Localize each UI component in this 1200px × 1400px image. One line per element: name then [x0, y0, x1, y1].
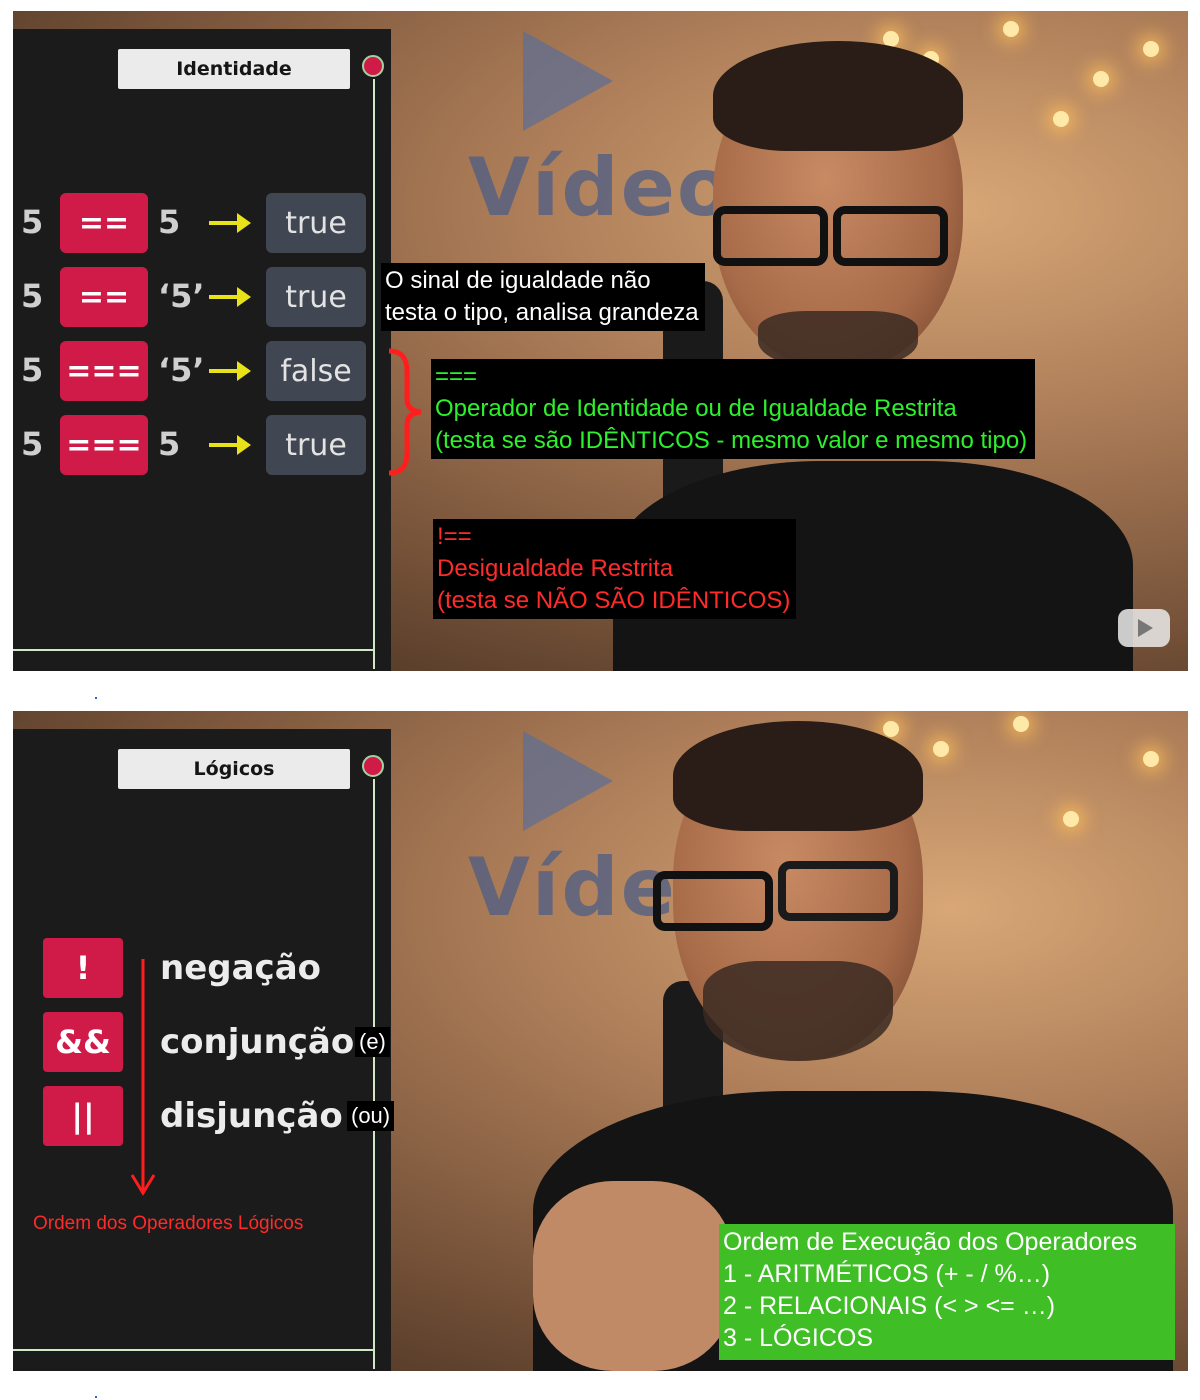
lhs-value: 5 [21, 425, 44, 463]
youtube-icon [1118, 609, 1170, 647]
indicator-dot [362, 755, 384, 777]
arrow-down-icon [130, 959, 156, 1196]
operator-badge: === [60, 341, 148, 401]
operator-note: (ou) [347, 1101, 395, 1131]
lhs-value: 5 [21, 277, 44, 315]
person-hand [533, 1181, 733, 1371]
person-glasses [653, 871, 773, 931]
caption-strict-equality: === Operador de Identidade ou de Igualda… [431, 359, 1036, 459]
operator-word: conjunção [160, 1022, 355, 1062]
execution-order-box: Ordem de Execução dos Operadores 1 - ARI… [719, 1224, 1175, 1360]
caption-equality-note: O sinal de igualdade não testa o tipo, a… [381, 263, 705, 331]
result-badge: true [266, 267, 366, 327]
comparison-row: 5 == 5 true [13, 193, 393, 255]
video-frame-identidade: Vídeo Identidade 5 == 5 true 5 == ‘5’ tr… [13, 11, 1188, 671]
video-frame-logicos: Vídeo Lógicos ! negação && conjunção (e)… [13, 711, 1188, 1371]
result-badge: true [266, 415, 366, 475]
logo-triangle [453, 721, 693, 841]
order-label: Ordem dos Operadores Lógicos [33, 1213, 304, 1234]
curly-brace-icon [388, 348, 422, 476]
caption-strict-inequality: !== Desigualdade Restrita (testa se NÃO … [433, 519, 797, 619]
comparison-row: 5 === ‘5’ false [13, 341, 393, 403]
execution-order-line: Ordem de Execução dos Operadores [723, 1228, 1138, 1256]
operator-badge: == [60, 193, 148, 253]
arrow-right-icon [209, 435, 251, 455]
lhs-value: 5 [21, 203, 44, 241]
execution-order-line: 3 - LÓGICOS [723, 1324, 874, 1352]
comparison-row: 5 == ‘5’ true [13, 267, 393, 329]
rhs-value: ‘5’ [158, 351, 205, 389]
arrow-right-icon [209, 287, 251, 307]
background-logo-text: Vídeo [468, 141, 734, 234]
panel-title: Identidade [118, 49, 350, 89]
indicator-dot [362, 55, 384, 77]
slide-panel: Identidade 5 == 5 true 5 == ‘5’ true 5 =… [13, 29, 391, 671]
operator-badge: == [60, 267, 148, 327]
person-glasses [713, 206, 828, 266]
logo-triangle [453, 21, 693, 141]
operator-note: (e) [355, 1027, 390, 1057]
rhs-value: 5 [158, 203, 181, 241]
comparison-row: 5 === 5 true [13, 415, 393, 477]
result-badge: false [266, 341, 366, 401]
execution-order-line: 1 - ARITMÉTICOS (+ - / %…) [723, 1260, 1051, 1288]
logical-operator-badge: && [43, 1012, 123, 1072]
logical-operator-badge: ! [43, 938, 123, 998]
execution-order-line: 2 - RELACIONAIS (< > <= …) [723, 1292, 1056, 1320]
arrow-right-icon [209, 361, 251, 381]
operator-word: disjunção [160, 1096, 343, 1136]
operator-word: negação [160, 948, 322, 988]
lhs-value: 5 [21, 351, 44, 389]
logical-operator-badge: || [43, 1086, 123, 1146]
rhs-value: ‘5’ [158, 277, 205, 315]
result-badge: true [266, 193, 366, 253]
operator-badge: === [60, 415, 148, 475]
slide-panel: Lógicos ! negação && conjunção (e) || di… [13, 729, 395, 1371]
arrow-right-icon [209, 213, 251, 233]
panel-title: Lógicos [118, 749, 350, 789]
rhs-value: 5 [158, 425, 181, 463]
